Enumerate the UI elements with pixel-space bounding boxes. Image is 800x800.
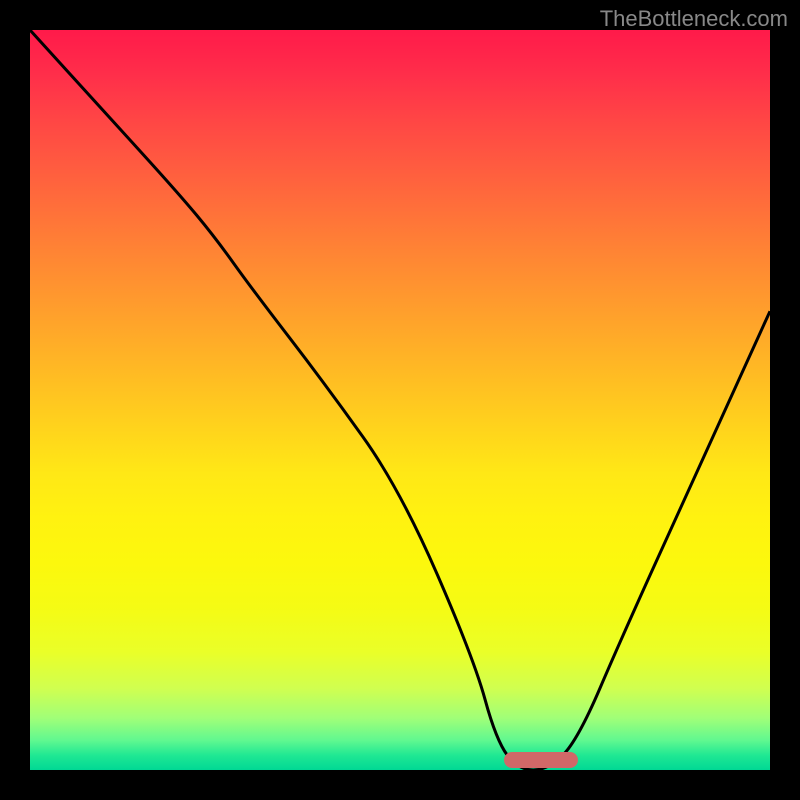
optimal-marker [504,752,578,768]
curve-svg [30,30,770,770]
watermark-text: TheBottleneck.com [600,6,788,32]
bottleneck-curve-path [30,30,770,770]
plot-area [30,30,770,770]
